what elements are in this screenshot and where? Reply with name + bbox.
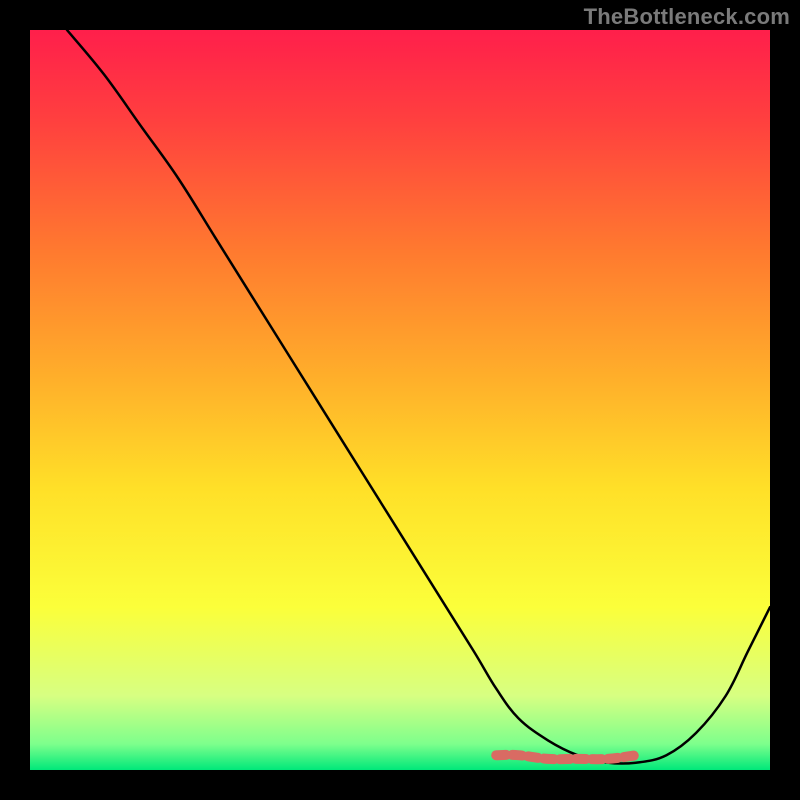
- bottom-marker: [496, 755, 637, 759]
- plot-area: [30, 30, 770, 770]
- chart-frame: TheBottleneck.com: [0, 0, 800, 800]
- watermark-text: TheBottleneck.com: [584, 4, 790, 30]
- curve-layer: [30, 30, 770, 770]
- bottleneck-curve: [67, 30, 770, 764]
